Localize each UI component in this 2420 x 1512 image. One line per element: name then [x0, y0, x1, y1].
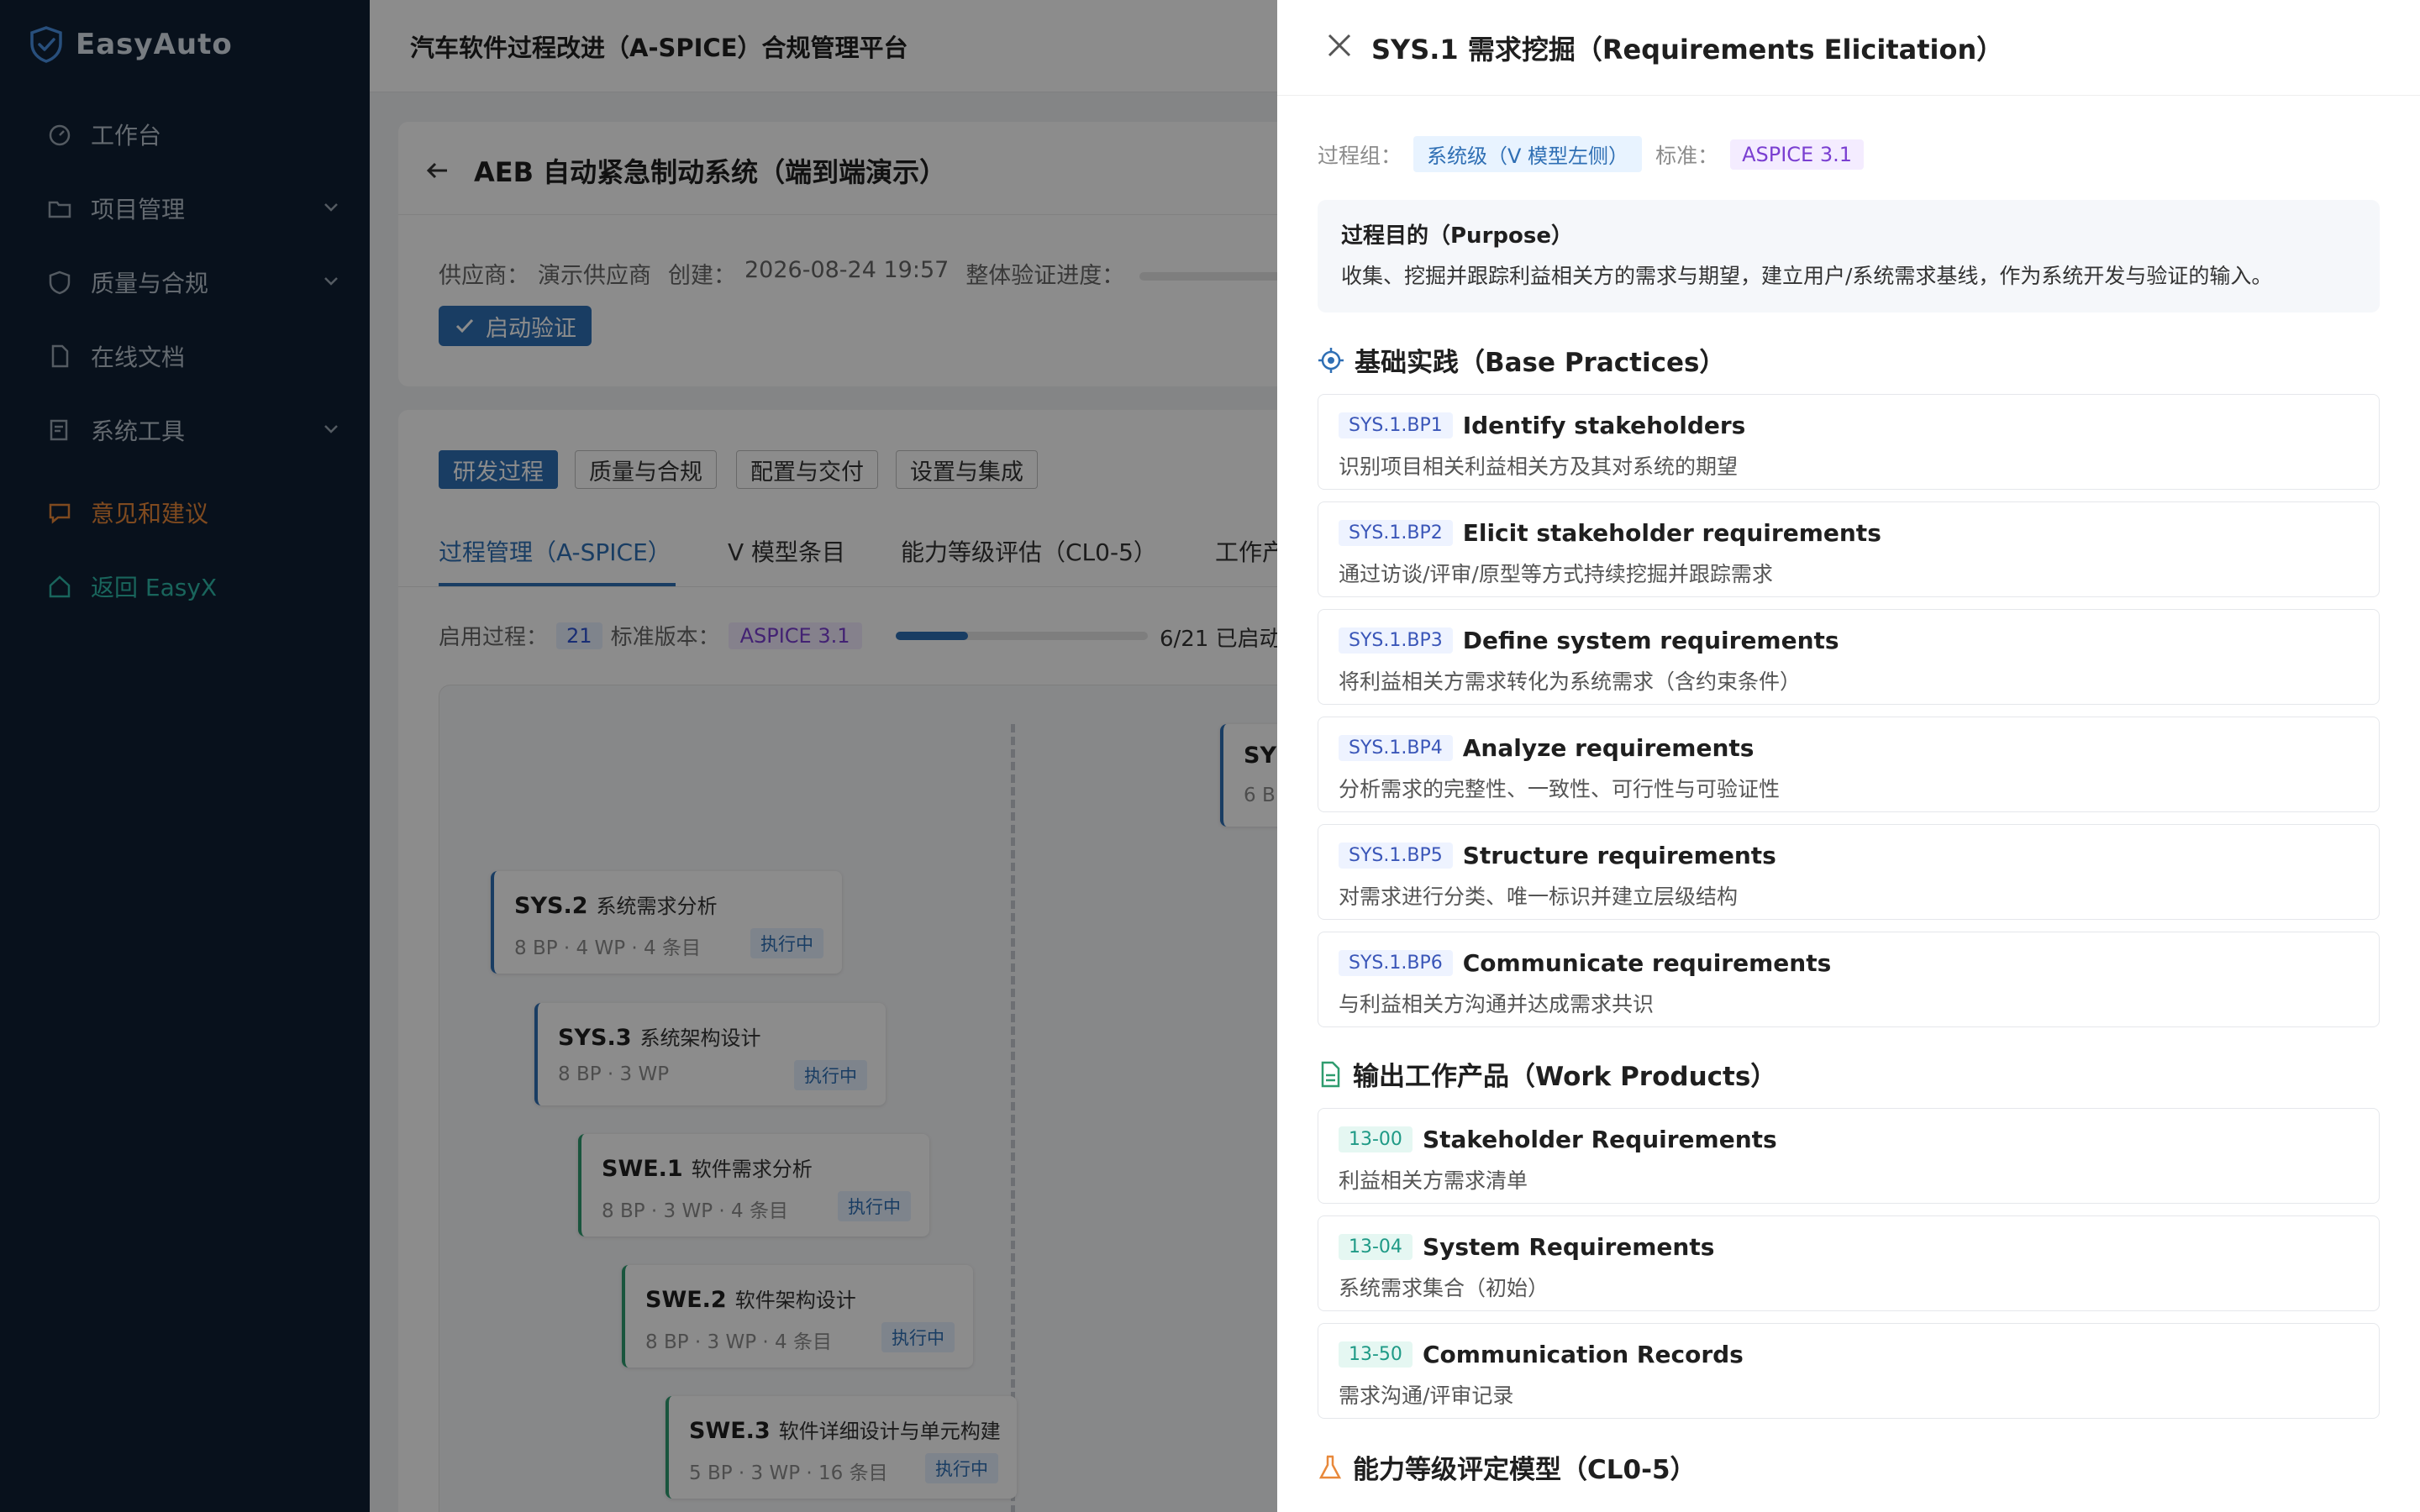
base-practice-item[interactable]: SYS.1.BP4 Analyze requirements 分析需求的完整性、一… [1318, 717, 2380, 812]
wp-description: 系统需求集合（初始） [1339, 1276, 1549, 1300]
flask-icon [1318, 1455, 1342, 1478]
work-product-item[interactable]: 13-50 Communication Records 需求沟通/评审记录 [1318, 1323, 2380, 1419]
work-products-heading: 输出工作产品（Work Products） [1318, 1055, 1776, 1093]
work-product-item[interactable]: 13-04 System Requirements 系统需求集合（初始） [1318, 1215, 2380, 1311]
bp-code: SYS.1.BP3 [1339, 627, 1453, 654]
bp-title: Identify stakeholders [1462, 412, 1746, 439]
bp-code: SYS.1.BP6 [1339, 950, 1453, 976]
bp-code: SYS.1.BP4 [1339, 735, 1453, 761]
drawer-header: SYS.1 需求挖掘（Requirements Elicitation） [1277, 0, 2420, 96]
wp-title: Stakeholder Requirements [1422, 1126, 1777, 1153]
base-practice-item[interactable]: SYS.1.BP1 Identify stakeholders 识别项目相关利益相… [1318, 394, 2380, 490]
bp-title: Structure requirements [1462, 842, 1776, 869]
base-practice-item[interactable]: SYS.1.BP6 Communicate requirements 与利益相关方… [1318, 932, 2380, 1027]
base-practices-heading: 基础实践（Base Practices） [1318, 341, 1725, 379]
bp-title: Communicate requirements [1462, 949, 1832, 977]
base-practice-item[interactable]: SYS.1.BP2 Elicit stakeholder requirements… [1318, 501, 2380, 597]
bp-title: Define system requirements [1462, 627, 1839, 654]
standard-label: 标准： [1655, 143, 1719, 168]
file-icon [1321, 1061, 1340, 1087]
process-detail-drawer: SYS.1 需求挖掘（Requirements Elicitation） 过程组… [1277, 0, 2420, 1512]
bp-description: 识别项目相关利益相关方及其对系统的期望 [1339, 454, 1739, 479]
wp-description: 利益相关方需求清单 [1339, 1168, 1528, 1193]
wp-title: Communication Records [1422, 1341, 1744, 1368]
base-practice-item[interactable]: SYS.1.BP5 Structure requirements 对需求进行分类、… [1318, 824, 2380, 920]
target-icon [1318, 347, 1344, 373]
close-icon[interactable] [1324, 30, 1355, 60]
bp-description: 分析需求的完整性、一致性、可行性与可验证性 [1339, 777, 1781, 801]
bp-title: Elicit stakeholder requirements [1462, 519, 1881, 547]
group-tag: 系统级（V 模型左侧） [1413, 136, 1643, 172]
bp-title: Analyze requirements [1462, 734, 1754, 762]
standard-tag: ASPICE 3.1 [1730, 139, 1864, 170]
bp-description: 通过访谈/评审/原型等方式持续挖掘并跟踪需求 [1339, 562, 1773, 586]
bp-description: 对需求进行分类、唯一标识并建立层级结构 [1339, 885, 1739, 909]
section-title: 能力等级评定模型（CL0-5） [1353, 1455, 1697, 1485]
wp-description: 需求沟通/评审记录 [1339, 1383, 1514, 1408]
wp-code: 13-50 [1339, 1341, 1413, 1368]
base-practice-item[interactable]: SYS.1.BP3 Define system requirements 将利益相… [1318, 609, 2380, 705]
bp-code: SYS.1.BP5 [1339, 843, 1453, 869]
bp-description: 将利益相关方需求转化为系统需求（含约束条件） [1339, 669, 1802, 694]
capability-heading: 能力等级评定模型（CL0-5） [1318, 1448, 1697, 1486]
drawer-mask[interactable] [0, 0, 1277, 1512]
purpose-text: 收集、挖掘并跟踪利益相关方的需求与期望，建立用户/系统需求基线，作为系统开发与验… [1341, 264, 2273, 288]
bp-code: SYS.1.BP2 [1339, 520, 1453, 546]
bp-code: SYS.1.BP1 [1339, 412, 1453, 438]
wp-code: 13-00 [1339, 1126, 1413, 1152]
wp-code: 13-04 [1339, 1234, 1413, 1260]
group-label: 过程组： [1318, 143, 1402, 168]
section-title: 输出工作产品（Work Products） [1353, 1062, 1777, 1092]
drawer-title: SYS.1 需求挖掘（Requirements Elicitation） [1371, 34, 2004, 66]
bp-description: 与利益相关方沟通并达成需求共识 [1339, 992, 1655, 1016]
work-product-item[interactable]: 13-00 Stakeholder Requirements 利益相关方需求清单 [1318, 1108, 2380, 1204]
purpose-box: 过程目的（Purpose） 收集、挖掘并跟踪利益相关方的需求与期望，建立用户/系… [1318, 200, 2380, 312]
process-tags: 过程组： 系统级（V 模型左侧） 标准： ASPICE 3.1 [1318, 136, 1864, 172]
section-title: 基础实践（Base Practices） [1355, 348, 1726, 378]
purpose-title: 过程目的（Purpose） [1341, 223, 1573, 249]
wp-title: System Requirements [1422, 1233, 1715, 1261]
